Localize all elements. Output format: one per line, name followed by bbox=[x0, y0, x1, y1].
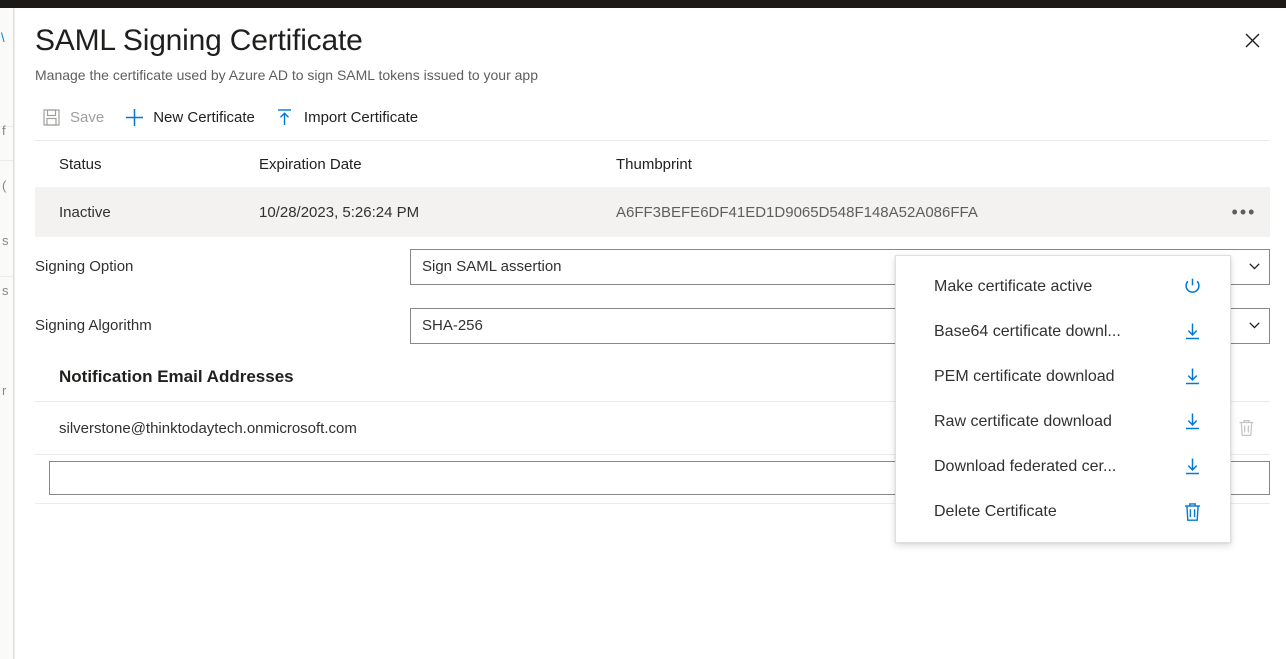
menu-item-label: Delete Certificate bbox=[934, 503, 1057, 521]
background-fragment-2: ( bbox=[2, 178, 6, 193]
menu-item-delete-certificate[interactable]: Delete Certificate bbox=[896, 489, 1230, 534]
cell-expiration-date: 10/28/2023, 5:26:24 PM bbox=[259, 204, 616, 221]
save-button-label: Save bbox=[70, 109, 104, 126]
row-more-actions-button[interactable]: ••• bbox=[1228, 196, 1260, 228]
menu-item-label: PEM certificate download bbox=[934, 368, 1115, 386]
plus-icon bbox=[124, 108, 144, 128]
download-icon bbox=[1182, 322, 1202, 342]
column-header-thumbprint: Thumbprint bbox=[616, 156, 1270, 173]
ellipsis-icon: ••• bbox=[1232, 203, 1257, 221]
download-icon bbox=[1182, 367, 1202, 387]
menu-item-label: Raw certificate download bbox=[934, 413, 1112, 431]
save-button[interactable]: Save bbox=[35, 100, 118, 136]
menu-item-pem-certificate-download[interactable]: PEM certificate download bbox=[896, 354, 1230, 399]
certificate-table: Status Expiration Date Thumbprint Inacti… bbox=[35, 141, 1270, 237]
top-chrome-bar bbox=[0, 0, 1286, 8]
signing-algorithm-value: SHA-256 bbox=[422, 317, 483, 334]
page-subtitle: Manage the certificate used by Azure AD … bbox=[35, 65, 1266, 85]
delete-email-button[interactable] bbox=[1230, 412, 1262, 444]
close-button[interactable] bbox=[1236, 24, 1268, 56]
menu-item-base64-certificate-download[interactable]: Base64 certificate downl... bbox=[896, 309, 1230, 354]
cell-status: Inactive bbox=[59, 204, 259, 221]
menu-item-label: Make certificate active bbox=[934, 278, 1092, 296]
column-header-expiration-date: Expiration Date bbox=[259, 156, 616, 173]
menu-item-raw-certificate-download[interactable]: Raw certificate download bbox=[896, 399, 1230, 444]
new-certificate-label: New Certificate bbox=[153, 109, 255, 126]
background-fragment-5: r bbox=[2, 383, 6, 398]
menu-item-label: Download federated cer... bbox=[934, 458, 1116, 476]
menu-item-label: Base64 certificate downl... bbox=[934, 323, 1121, 341]
background-fragment-4: s bbox=[2, 283, 9, 298]
upload-icon bbox=[275, 108, 295, 128]
background-fragment-3: s bbox=[2, 233, 9, 248]
table-header-row: Status Expiration Date Thumbprint bbox=[35, 141, 1270, 187]
save-icon bbox=[41, 108, 61, 128]
background-blade-strip: \ f ( s s r bbox=[0, 8, 14, 659]
panel-header: SAML Signing Certificate Manage the cert… bbox=[15, 8, 1286, 85]
cell-thumbprint: A6FF3BEFE6DF41ED1D9065D548F148A52A086FFA bbox=[616, 204, 1270, 221]
background-divider bbox=[0, 276, 14, 277]
background-divider bbox=[0, 160, 14, 161]
row-context-menu: Make certificate active Base64 certifica… bbox=[895, 255, 1231, 543]
background-fragment-1: f bbox=[2, 123, 6, 138]
column-header-status: Status bbox=[59, 156, 259, 173]
menu-item-make-certificate-active[interactable]: Make certificate active bbox=[896, 264, 1230, 309]
power-icon bbox=[1182, 277, 1202, 297]
download-icon bbox=[1182, 412, 1202, 432]
download-icon bbox=[1182, 457, 1202, 477]
page-title: SAML Signing Certificate bbox=[35, 22, 1266, 60]
background-fragment-blue: \ bbox=[1, 30, 5, 45]
menu-item-download-federated-certificate[interactable]: Download federated cer... bbox=[896, 444, 1230, 489]
trash-icon bbox=[1238, 419, 1255, 437]
chevron-down-icon bbox=[1248, 320, 1260, 332]
close-icon bbox=[1245, 33, 1260, 48]
command-bar: Save New Certificate I bbox=[35, 95, 1270, 141]
import-certificate-button[interactable]: Import Certificate bbox=[269, 100, 432, 136]
notification-email-value: silverstone@thinktodaytech.onmicrosoft.c… bbox=[59, 420, 357, 437]
screen: \ f ( s s r SAML Signing Certificate Man… bbox=[0, 0, 1286, 659]
new-certificate-button[interactable]: New Certificate bbox=[118, 100, 269, 136]
trash-icon bbox=[1182, 502, 1202, 522]
chevron-down-icon bbox=[1248, 261, 1260, 273]
table-row[interactable]: Inactive 10/28/2023, 5:26:24 PM A6FF3BEF… bbox=[35, 187, 1270, 237]
import-certificate-label: Import Certificate bbox=[304, 109, 418, 126]
signing-option-label: Signing Option bbox=[35, 258, 410, 275]
signing-algorithm-label: Signing Algorithm bbox=[35, 317, 410, 334]
signing-option-value: Sign SAML assertion bbox=[422, 258, 562, 275]
